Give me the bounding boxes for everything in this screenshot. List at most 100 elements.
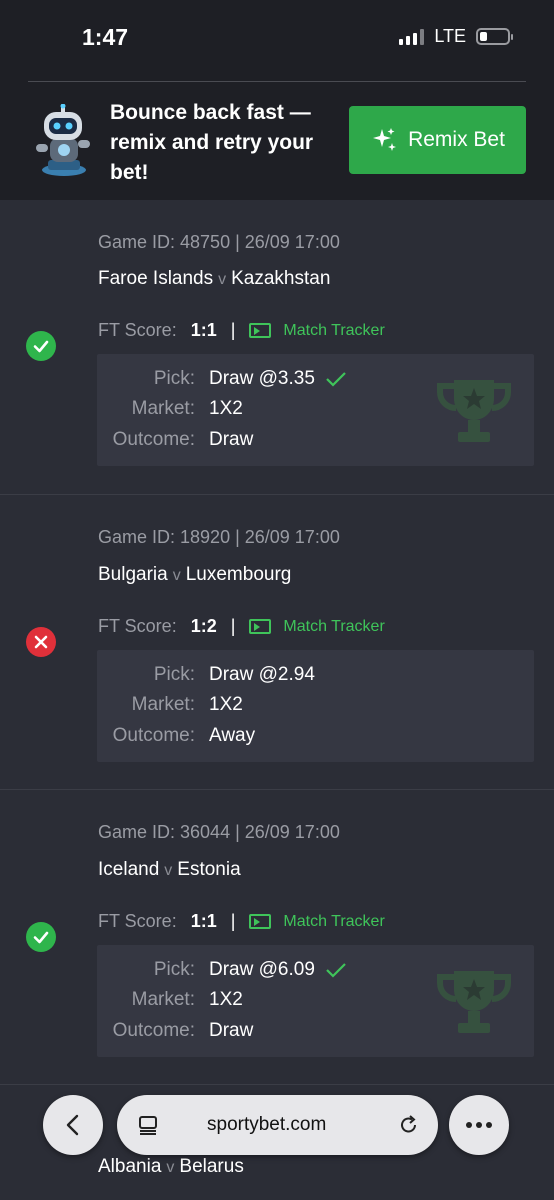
outcome-label: Outcome: [112,725,195,746]
robot-mascot-icon [36,104,90,176]
network-label: LTE [434,26,466,46]
won-check-icon [26,331,56,361]
promo-text: Bounce back fast — remix and retry your … [110,101,314,184]
status-indicators: LTE [399,26,513,47]
divider [28,81,526,82]
away-team: Luxembourg [185,564,292,585]
market-label: Market: [131,694,195,715]
status-time: 1:47 [82,24,129,50]
market-row: Market: 1X2 [97,398,243,420]
versus: v [164,862,173,879]
outcome-label: Outcome: [112,429,195,450]
match-teams: Bulgaria v Luxembourg [98,564,291,586]
separator: | [230,616,236,636]
versus: v [172,567,181,584]
remix-promo-banner: Bounce back fast — remix and retry your … [0,76,554,200]
market-value: 1X2 [209,989,243,1010]
separator: | [230,911,236,931]
home-team: Bulgaria [98,564,168,585]
market-value: 1X2 [209,398,243,419]
signal-icon [399,28,425,45]
outcome-row: Outcome: Draw [97,429,254,451]
outcome-row: Outcome: Away [97,725,256,747]
score-label: FT Score: [98,320,177,340]
ft-score: 1:2 [190,616,217,636]
trophy-icon [437,380,511,442]
away-team: Estonia [177,859,241,880]
versus: v [218,271,227,288]
address-bar[interactable]: sportybet.com [117,1095,438,1155]
url-text: sportybet.com [207,1114,327,1135]
bet-card[interactable]: Game ID: 18920 | 26/09 17:00 Bulgaria v Lu… [0,495,554,790]
outcome-value: Away [209,725,256,746]
home-team: Iceland [98,859,160,880]
separator: | [230,320,236,340]
score-row: FT Score: 1:1 | Match Tracker [98,320,385,341]
game-id: Game ID: 18920 | 26/09 17:00 [98,527,340,547]
match-tracker-label: Match Tracker [283,912,385,930]
away-team: Kazakhstan [231,268,331,289]
browser-toolbar: sportybet.com [0,1085,554,1167]
remix-bet-button[interactable]: Remix Bet [349,106,526,174]
pick-won-check-icon [326,372,346,387]
bet-details: Pick: Draw @3.35 Market: 1X2 Outcome: Dr… [97,354,534,466]
score-label: FT Score: [98,616,177,636]
reload-icon[interactable] [398,1114,420,1136]
pick-row: Pick: Draw @2.94 [97,664,315,686]
chevron-left-icon [66,1114,79,1136]
score-label: FT Score: [98,911,177,931]
match-tracker-link[interactable]: Match Tracker [249,912,385,931]
pick-label: Pick: [153,368,195,389]
market-row: Market: 1X2 [97,694,243,716]
match-tracker-icon [249,323,272,338]
market-row: Market: 1X2 [97,989,243,1011]
outcome-value: Draw [209,1020,254,1041]
pick-value: Draw @2.94 [209,664,315,685]
pick-label: Pick: [153,664,195,685]
match-tracker-label: Match Tracker [283,321,385,339]
won-check-icon [26,922,56,952]
pick-text: Draw @6.09 [209,959,315,980]
pick-row: Pick: Draw @3.35 [97,368,347,390]
market-label: Market: [131,398,195,419]
match-tracker-label: Match Tracker [283,617,385,635]
pick-value: Draw @3.35 [209,368,347,390]
more-button[interactable] [449,1095,509,1155]
lost-x-icon [26,627,56,657]
outcome-value: Draw [209,429,254,450]
match-tracker-link[interactable]: Match Tracker [249,617,385,636]
match-tracker-icon [249,914,272,929]
battery-icon [476,28,513,45]
sparkle-icon [373,128,397,151]
more-dots-icon [466,1122,492,1128]
bet-details: Pick: Draw @2.94 Market: 1X2 Outcome: Aw… [97,650,534,762]
status-bar: 1:47 LTE [0,0,554,76]
game-id: Game ID: 48750 | 26/09 17:00 [98,232,340,252]
back-button[interactable] [43,1095,103,1155]
bet-card[interactable]: Game ID: 48750 | 26/09 17:00 Faroe Islan… [0,200,554,495]
reader-mode-icon[interactable] [137,1114,159,1136]
pick-row: Pick: Draw @6.09 [97,959,347,981]
match-tracker-icon [249,619,272,634]
ft-score: 1:1 [190,911,217,931]
market-value: 1X2 [209,694,243,715]
home-team: Faroe Islands [98,268,214,289]
outcome-label: Outcome: [112,1020,195,1041]
market-label: Market: [131,989,195,1010]
match-teams: Iceland v Estonia [98,859,241,881]
score-row: FT Score: 1:1 | Match Tracker [98,911,385,932]
outcome-row: Outcome: Draw [97,1020,254,1042]
pick-value: Draw @6.09 [209,959,347,981]
game-id: Game ID: 36044 | 26/09 17:00 [98,822,340,842]
ft-score: 1:1 [190,320,217,340]
remix-bet-label: Remix Bet [408,128,505,151]
match-tracker-link[interactable]: Match Tracker [249,321,385,340]
pick-won-check-icon [326,963,346,978]
pick-text: Draw @3.35 [209,368,315,389]
bet-details: Pick: Draw @6.09 Market: 1X2 Outcome: Dr… [97,945,534,1057]
match-teams: Faroe Islands v Kazakhstan [98,268,330,290]
score-row: FT Score: 1:2 | Match Tracker [98,616,385,637]
bet-card[interactable]: Game ID: 36044 | 26/09 17:00 Iceland v Est… [0,790,554,1085]
trophy-icon [437,971,511,1033]
pick-label: Pick: [153,959,195,980]
